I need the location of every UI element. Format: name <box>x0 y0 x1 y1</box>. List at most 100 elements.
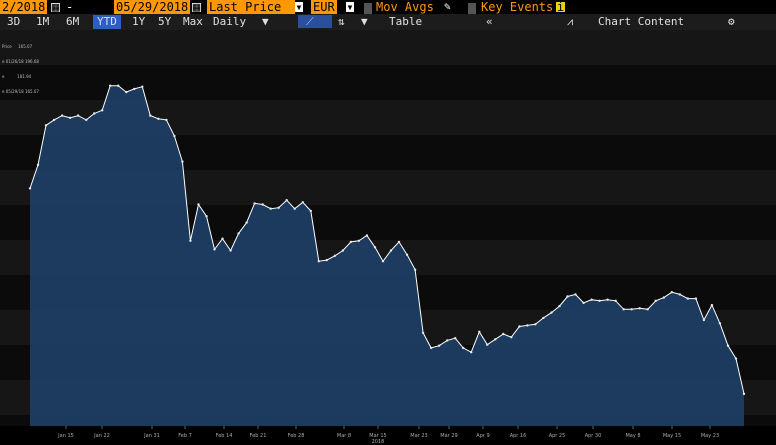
price-point <box>437 344 441 347</box>
price-point <box>454 337 457 340</box>
range-3d[interactable]: 3D <box>7 15 20 29</box>
price-point <box>590 298 593 301</box>
price-point <box>85 118 88 122</box>
grid-band <box>0 30 776 65</box>
price-point <box>28 187 32 190</box>
range-max[interactable]: Max <box>183 15 203 29</box>
calendar-icon[interactable]: ▦ <box>192 1 201 13</box>
price-point <box>662 296 665 299</box>
key-events-label[interactable]: Key Events <box>481 0 553 14</box>
price-point <box>494 338 497 341</box>
price-point <box>558 304 561 308</box>
end-date-field[interactable]: 05/29/2018 <box>114 0 191 14</box>
gear-icon[interactable]: ⚙ <box>728 15 735 29</box>
mov-avgs-label[interactable]: Mov Avgs <box>376 0 434 14</box>
date-separator: - <box>66 0 74 14</box>
price-point <box>614 299 617 302</box>
info-badge-icon[interactable]: i <box>556 1 565 13</box>
range-5y[interactable]: 5Y <box>158 15 171 29</box>
price-point <box>574 293 577 296</box>
price-legend: Price 165.07 e 01/26/18 196.68 e 181.94 … <box>2 34 39 99</box>
x-tick-label: Feb 21 <box>250 433 267 439</box>
price-point <box>125 90 128 94</box>
legend-line: e 05/29/18 165.07 <box>2 89 39 94</box>
currency-dropdown-icon[interactable]: ▾ <box>346 1 354 13</box>
price-point <box>221 237 224 240</box>
price-point <box>486 343 489 346</box>
price-point <box>397 240 401 244</box>
chart-content-icon: ⩘ <box>567 15 574 28</box>
price-point <box>269 207 272 210</box>
crosshair-icon[interactable]: ⇅ <box>338 15 345 29</box>
x-year-label: 2018 <box>372 439 385 445</box>
price-point <box>205 215 208 218</box>
frequency-select[interactable]: Daily <box>213 15 246 29</box>
price-point <box>526 324 529 327</box>
price-point <box>566 295 569 298</box>
x-tick-label: Apr 25 <box>549 433 566 439</box>
price-point <box>686 297 689 300</box>
price-point <box>309 209 312 213</box>
price-point <box>117 84 120 87</box>
range-6m[interactable]: 6M <box>66 15 79 29</box>
x-tick-label: Mar 29 <box>440 433 457 439</box>
price-point <box>734 357 738 360</box>
chart-options-dropdown-icon[interactable]: ▼ <box>361 15 368 29</box>
price-point <box>229 249 232 252</box>
price-point <box>550 311 553 314</box>
field-select[interactable]: Last Price <box>207 0 295 14</box>
calendar-icon[interactable]: ▦ <box>51 1 60 13</box>
range-ytd[interactable]: YTD <box>93 15 121 29</box>
chart-content-button[interactable]: Chart Content <box>598 15 684 29</box>
price-point <box>277 206 280 209</box>
pencil-icon[interactable]: ✎ <box>444 0 451 14</box>
price-point <box>261 203 264 206</box>
price-point <box>333 254 337 257</box>
price-point <box>181 160 184 163</box>
price-point <box>373 246 377 249</box>
price-point <box>36 163 40 167</box>
x-tick-label: Apr 16 <box>510 433 527 439</box>
price-point <box>654 299 657 302</box>
x-tick-label: Feb 28 <box>288 433 305 439</box>
price-point <box>213 248 216 251</box>
price-point <box>349 240 353 244</box>
price-point <box>109 84 112 87</box>
start-date-field[interactable]: 2/2018 <box>0 0 48 14</box>
x-tick-label: Apr 9 <box>476 433 489 439</box>
range-toolbar: 3D 1M 6M YTD 1Y 5Y Max Daily ▼ ⟋ ⇅ ▼ Tab… <box>0 14 776 30</box>
price-point <box>470 351 473 354</box>
legend-line: e 181.94 <box>2 74 32 79</box>
x-tick-label: Mar 8 <box>337 433 351 439</box>
price-point <box>694 297 698 300</box>
range-1m[interactable]: 1M <box>36 15 49 29</box>
price-point <box>582 301 585 305</box>
price-point <box>670 291 673 294</box>
price-point <box>68 116 72 120</box>
price-point <box>341 249 345 252</box>
x-axis-strip <box>0 426 776 445</box>
range-1y[interactable]: 1Y <box>132 15 145 29</box>
price-point <box>405 253 409 256</box>
price-point <box>149 114 152 117</box>
field-dropdown-icon[interactable]: ▾ <box>295 1 303 13</box>
price-point <box>133 87 136 91</box>
frequency-dropdown-icon[interactable]: ▼ <box>262 15 269 29</box>
legend-line: Price 165.07 <box>2 44 33 49</box>
x-tick-label: May 15 <box>663 433 681 439</box>
price-point <box>317 260 320 263</box>
price-point <box>365 234 369 237</box>
price-point <box>510 336 513 339</box>
table-button[interactable]: Table <box>389 15 422 29</box>
price-point <box>518 325 521 328</box>
x-tick-label: May 8 <box>625 433 640 439</box>
price-point <box>237 232 240 235</box>
price-point <box>678 293 681 296</box>
line-chart-type-button[interactable] <box>298 15 332 28</box>
price-point <box>52 118 56 122</box>
collapse-icon[interactable]: « <box>486 15 493 29</box>
price-chart[interactable]: Jan 15 Jan 22 Jan 31 Feb 7 Feb 14 Feb 21 Feb 2… <box>0 30 776 445</box>
price-point <box>245 221 248 224</box>
line-chart-icon: ⟋ <box>306 15 314 28</box>
currency-select[interactable]: EUR <box>311 0 337 14</box>
